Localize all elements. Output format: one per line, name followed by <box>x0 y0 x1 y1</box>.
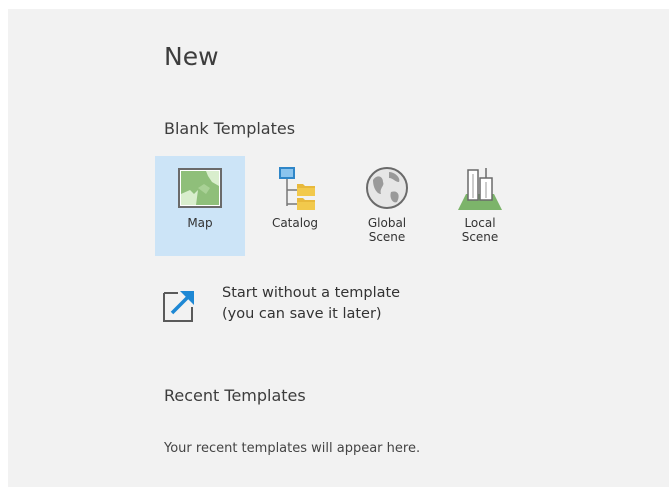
start-without-template-button[interactable]: Start without a template (you can save i… <box>162 280 462 330</box>
open-arrow-icon <box>163 291 194 322</box>
globe-icon <box>366 167 408 209</box>
template-local-scene-label: Local Scene <box>461 216 499 244</box>
local-scene-icon <box>458 168 502 210</box>
blank-templates-heading: Blank Templates <box>164 119 296 138</box>
template-global-scene-label: Global Scene <box>367 216 407 244</box>
template-catalog[interactable]: Catalog <box>250 156 340 256</box>
template-map-label: Map <box>187 216 213 230</box>
template-map[interactable]: Map <box>155 156 245 256</box>
map-icon <box>178 168 222 208</box>
catalog-icon <box>279 167 315 210</box>
start-without-template-label: Start without a template <box>222 285 401 301</box>
template-local-scene[interactable]: Local Scene <box>435 156 525 256</box>
recent-templates-heading: Recent Templates <box>164 386 306 405</box>
start-without-template-sublabel: (you can save it later) <box>222 306 382 322</box>
page-title: New <box>164 42 219 71</box>
template-catalog-label: Catalog <box>271 216 319 230</box>
blank-templates-list: Map Catalog Global Scene Local Scene <box>147 156 507 256</box>
recent-templates-empty-message: Your recent templates will appear here. <box>164 441 421 456</box>
template-global-scene[interactable]: Global Scene <box>342 156 432 256</box>
